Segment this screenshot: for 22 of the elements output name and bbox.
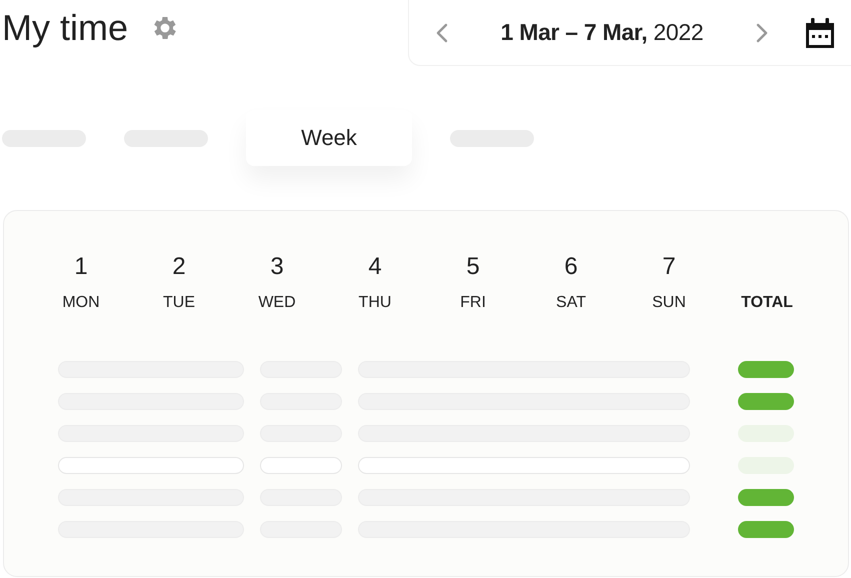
day-number: 1 [74, 253, 88, 281]
page-title: My time [2, 8, 128, 48]
calendar-icon [803, 16, 837, 50]
day-name: MON [62, 293, 100, 313]
day-name: SAT [556, 293, 586, 313]
week-tab[interactable]: Week [246, 110, 412, 166]
day-name: THU [358, 293, 392, 313]
day-number: 3 [270, 253, 284, 281]
chevron-right-icon [755, 22, 769, 44]
day-name: WED [258, 293, 296, 313]
day-name: SUN [652, 293, 686, 313]
day-number: 5 [466, 253, 480, 281]
day-number: 2 [172, 253, 186, 281]
total-header: TOTAL [740, 293, 794, 313]
date-range-text: 1 Mar – 7 Mar, 2022 [500, 19, 704, 46]
calendar-button[interactable] [803, 16, 837, 50]
day-number: 4 [368, 253, 382, 281]
day-number: 6 [564, 253, 578, 281]
day-name: TUE [163, 293, 195, 313]
day-number: 7 [662, 253, 676, 281]
chevron-left-icon [435, 22, 449, 44]
day-name: FRI [460, 293, 486, 313]
